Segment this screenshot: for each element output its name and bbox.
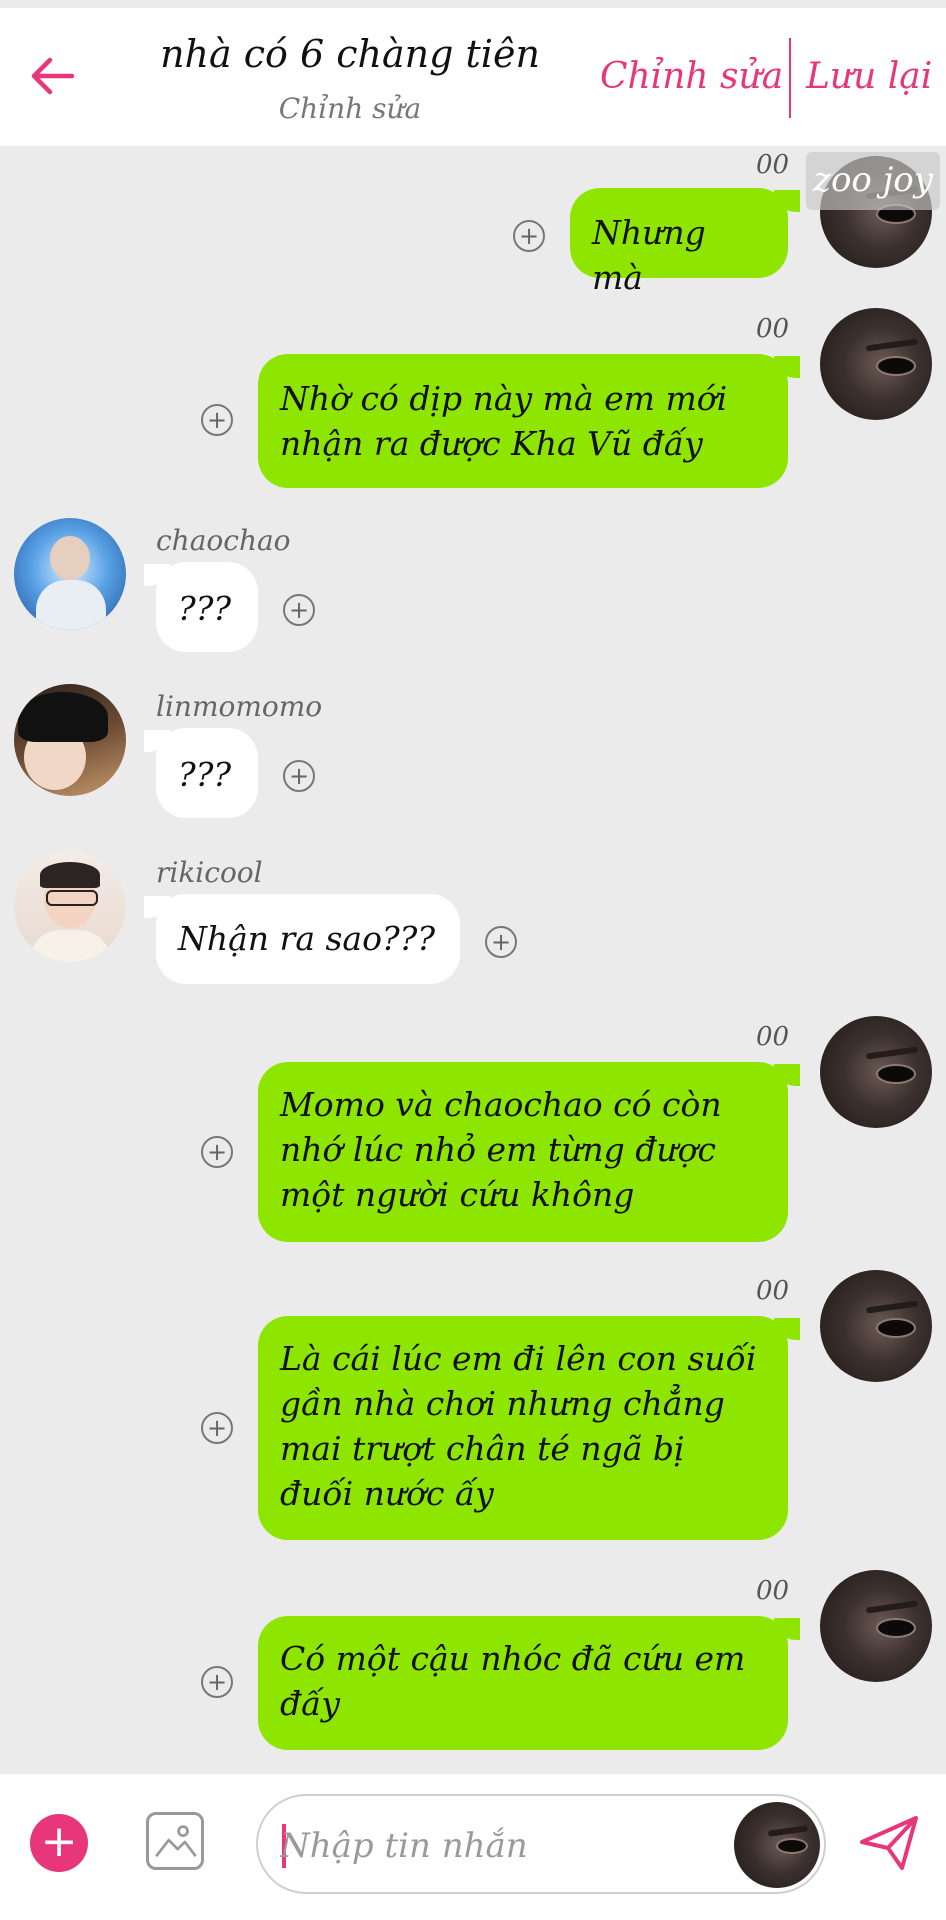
- message-status: 00: [756, 1576, 790, 1606]
- avatar[interactable]: [820, 1570, 932, 1682]
- header-divider: [789, 38, 791, 118]
- message-bubble[interactable]: Là cái lúc em đi lên con suối gần nhà ch…: [258, 1316, 800, 1540]
- plus-icon[interactable]: +: [201, 404, 233, 436]
- message-status: 00: [756, 1022, 790, 1052]
- message-bubble[interactable]: ???: [144, 728, 258, 818]
- plus-icon[interactable]: +: [201, 1666, 233, 1698]
- message-status: 00: [756, 314, 790, 344]
- message-bubble[interactable]: Nhưng mà: [570, 188, 800, 297]
- sender-badge: zoo joy: [806, 152, 940, 210]
- sender-name: rikicool: [156, 856, 263, 889]
- send-icon[interactable]: [858, 1814, 920, 1872]
- page-title: nhà có 6 chàng tiên: [160, 32, 540, 76]
- message-bubble[interactable]: Momo và chaochao có còn nhớ lúc nhỏ em t…: [258, 1062, 800, 1242]
- sender-name: chaochao: [156, 524, 291, 557]
- arrow-left-icon[interactable]: [28, 54, 78, 98]
- image-icon[interactable]: [146, 1812, 204, 1870]
- plus-icon[interactable]: +: [513, 220, 545, 252]
- avatar[interactable]: [820, 1270, 932, 1382]
- message-input[interactable]: [278, 1818, 682, 1874]
- message-input-wrapper[interactable]: [256, 1794, 826, 1894]
- message-status: 00: [756, 150, 790, 180]
- message-bubble[interactable]: Nhận ra sao???: [144, 894, 460, 984]
- plus-icon[interactable]: +: [283, 594, 315, 626]
- plus-icon[interactable]: +: [201, 1136, 233, 1168]
- message-status: 00: [756, 1276, 790, 1306]
- message-bubble[interactable]: ???: [144, 562, 258, 652]
- composer-bar: +: [0, 1774, 946, 1920]
- avatar[interactable]: [820, 1016, 932, 1128]
- plus-circle-icon[interactable]: +: [30, 1814, 88, 1872]
- message-bubble[interactable]: Nhờ có dịp này mà em mới nhận ra được Kh…: [258, 354, 800, 488]
- header-bar: nhà có 6 chàng tiên Chỉnh sửa Chỉnh sửa …: [0, 8, 946, 146]
- plus-icon[interactable]: +: [485, 926, 517, 958]
- edit-button[interactable]: Chỉnh sửa: [600, 56, 783, 97]
- sender-name: linmomomo: [156, 690, 323, 723]
- page-subtitle: Chỉnh sửa: [278, 92, 422, 125]
- avatar[interactable]: [14, 518, 126, 630]
- avatar[interactable]: [734, 1802, 820, 1888]
- avatar[interactable]: [14, 684, 126, 796]
- status-strip: [0, 0, 946, 8]
- save-button[interactable]: Lưu lại: [806, 56, 932, 97]
- message-list[interactable]: 00 zoo joy + Nhưng mà 00 + Nhờ có dịp nà…: [0, 146, 946, 1774]
- plus-icon[interactable]: +: [283, 760, 315, 792]
- avatar[interactable]: [14, 850, 126, 962]
- plus-icon[interactable]: +: [201, 1412, 233, 1444]
- message-bubble[interactable]: Có một cậu nhóc đã cứu em đấy: [258, 1616, 800, 1750]
- avatar[interactable]: [820, 308, 932, 420]
